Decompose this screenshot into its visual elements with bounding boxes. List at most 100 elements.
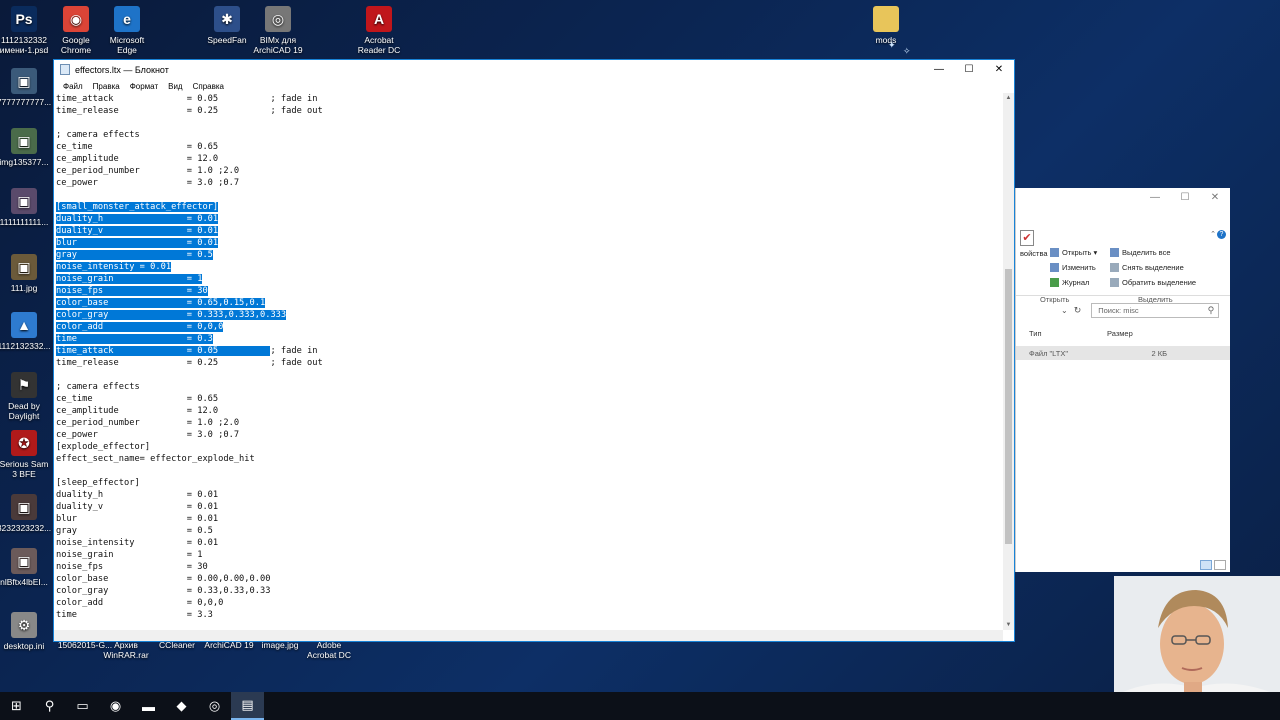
steam-icon[interactable]: ◎ (198, 692, 231, 720)
selected-text[interactable]: gray = 0.5 (56, 250, 213, 260)
text-line[interactable]: color_add = 0,0,0 (56, 321, 1003, 333)
maximize-button[interactable]: ☐ (1170, 188, 1200, 208)
text-line[interactable]: ce_power = 3.0 ;0.7 (56, 177, 1003, 189)
menu-edit[interactable]: Правка (93, 82, 120, 91)
menu-help[interactable]: Справка (193, 82, 224, 91)
vertical-scrollbar[interactable]: ▲ ▼ (1003, 93, 1014, 630)
text-line[interactable]: noise_grain = 1 (56, 273, 1003, 285)
desktop-shortcut[interactable]: mods (854, 6, 918, 45)
close-button[interactable]: ✕ (984, 60, 1014, 79)
refresh-icon[interactable]: ↻ (1074, 305, 1082, 316)
history-dropdown-icon[interactable]: ⌄ (1061, 306, 1068, 315)
column-type[interactable]: Тип (1029, 329, 1107, 338)
text-line[interactable]: ce_power = 3.0 ;0.7 (56, 429, 1003, 441)
windows-start-icon[interactable]: ⊞ (0, 692, 33, 720)
text-line[interactable]: color_gray = 0.333,0.333,0.333 (56, 309, 1003, 321)
file-explorer-icon[interactable]: ▬ (132, 692, 165, 720)
column-size[interactable]: Размер (1107, 329, 1133, 338)
text-line[interactable] (56, 465, 1003, 477)
menu-file[interactable]: Файл (63, 82, 83, 91)
desktop-shortcut[interactable]: ◎ BIMx для ArchiCAD 19 (246, 6, 310, 55)
text-line[interactable]: gray = 0.5 (56, 525, 1003, 537)
desktop-shortcut[interactable]: ▣ 1111111111... (0, 188, 56, 227)
text-line[interactable]: time_release = 0.25 ; fade out (56, 105, 1003, 117)
desktop-shortcut[interactable]: ⚑ Dead by Daylight (0, 372, 56, 421)
edit-button[interactable]: Изменить (1050, 263, 1096, 272)
text-line[interactable]: duality_h = 0.01 (56, 213, 1003, 225)
text-line[interactable]: effect_sect_name= effector_explode_hit (56, 453, 1003, 465)
menu-format[interactable]: Формат (130, 82, 158, 91)
tiles-view-icon[interactable] (1214, 560, 1226, 570)
text-line[interactable]: ; camera effects (56, 381, 1003, 393)
text-line[interactable]: gray = 0.5 (56, 249, 1003, 261)
minimize-button[interactable]: — (924, 60, 954, 79)
scroll-up-arrow-icon[interactable]: ▲ (1003, 93, 1014, 103)
text-line[interactable] (56, 117, 1003, 129)
text-line[interactable]: noise_grain = 1 (56, 549, 1003, 561)
desktop-shortcut[interactable]: ✪ Serious Sam 3 BFE (0, 430, 56, 479)
text-line[interactable]: color_gray = 0.33,0.33,0.33 (56, 585, 1003, 597)
vscode-icon[interactable]: ◆ (165, 692, 198, 720)
scroll-thumb[interactable] (1005, 269, 1012, 544)
text-line[interactable]: color_add = 0,0,0 (56, 597, 1003, 609)
history-button[interactable]: Журнал (1050, 278, 1089, 287)
desktop-shortcut[interactable]: ▣ nlBftx4lbEI... (0, 548, 56, 587)
maximize-button[interactable]: ☐ (954, 60, 984, 79)
text-line[interactable]: time = 0.3 (56, 333, 1003, 345)
open-button[interactable]: Открыть ▾ (1050, 248, 1097, 257)
selected-text[interactable]: noise_fps = 30 (56, 286, 208, 296)
desktop-shortcut[interactable]: ▣ 7777777777... (0, 68, 56, 107)
desktop-shortcut[interactable]: A Acrobat Reader DC (347, 6, 411, 55)
text-line[interactable]: color_base = 0.00,0.00,0.00 (56, 573, 1003, 585)
text-line[interactable]: ; camera effects (56, 129, 1003, 141)
text-line[interactable]: noise_fps = 30 (56, 285, 1003, 297)
text-line[interactable]: ce_period_number = 1.0 ;2.0 (56, 165, 1003, 177)
selected-text[interactable]: color_gray = 0.333,0.333,0.333 (56, 310, 287, 320)
selected-text[interactable]: color_base = 0.65,0.15,0.1 (56, 298, 266, 308)
text-line[interactable]: [small_monster_attack_effector] (56, 201, 1003, 213)
text-content[interactable]: time_attack = 0.05 ; fade in time_release… (54, 93, 1003, 621)
text-line[interactable]: time = 3.3 (56, 609, 1003, 621)
deselect-button[interactable]: Снять выделение (1110, 263, 1184, 272)
desktop-shortcut[interactable]: ▲ 1112132332... (0, 312, 56, 351)
details-view-icon[interactable] (1200, 560, 1212, 570)
text-line[interactable]: [sleep_effector] (56, 477, 1003, 489)
desktop-shortcut[interactable]: ▣ 111.jpg (0, 254, 56, 293)
text-line[interactable]: duality_h = 0.01 (56, 489, 1003, 501)
selected-text[interactable]: duality_h = 0.01 (56, 214, 219, 224)
text-line[interactable]: ce_time = 0.65 (56, 393, 1003, 405)
close-button[interactable]: ✕ (1200, 188, 1230, 208)
text-line[interactable]: time_attack = 0.05 ; fade in (56, 345, 1003, 357)
file-row[interactable]: Файл "LTX" 2 КБ (1016, 346, 1230, 360)
desktop-shortcut[interactable]: e Microsoft Edge (95, 6, 159, 55)
text-line[interactable]: ce_amplitude = 12.0 (56, 153, 1003, 165)
menu-view[interactable]: Вид (168, 82, 182, 91)
selected-text[interactable]: time_attack = 0.05 (56, 346, 271, 356)
text-line[interactable]: [explode_effector] (56, 441, 1003, 453)
text-line[interactable]: duality_v = 0.01 (56, 225, 1003, 237)
task-view-icon[interactable]: ▭ (66, 692, 99, 720)
text-line[interactable]: blur = 0.01 (56, 513, 1003, 525)
minimize-button[interactable]: — (1140, 188, 1170, 208)
search-input[interactable]: Поиск: misc ⚲ (1091, 303, 1220, 318)
text-line[interactable]: duality_v = 0.01 (56, 501, 1003, 513)
text-line[interactable] (56, 189, 1003, 201)
text-line[interactable]: time_release = 0.25 ; fade out (56, 357, 1003, 369)
desktop-shortcut[interactable]: ▣ img135377... (0, 128, 56, 167)
collapse-ribbon-icon[interactable]: ⌃ (1210, 230, 1216, 238)
properties-button[interactable]: ✔ войства (1020, 230, 1048, 258)
text-line[interactable]: ce_period_number = 1.0 ;2.0 (56, 417, 1003, 429)
text-editor-area[interactable]: time_attack = 0.05 ; fade in time_release… (54, 93, 1003, 630)
text-line[interactable]: noise_fps = 30 (56, 561, 1003, 573)
help-icon[interactable]: ? (1217, 230, 1226, 239)
selected-text[interactable]: noise_intensity = 0.01 (56, 262, 172, 272)
desktop-shortcut[interactable]: ⚙ desktop.ini (0, 612, 56, 651)
notepad-titlebar[interactable]: effectors.ltx — Блокнот — ☐ ✕ (54, 60, 1014, 79)
desktop-shortcut[interactable]: ▣ 3232323232... (0, 494, 56, 533)
text-line[interactable]: time_attack = 0.05 ; fade in (56, 93, 1003, 105)
invert-selection-button[interactable]: Обратить выделение (1110, 278, 1196, 287)
selected-text[interactable]: blur = 0.01 (56, 238, 219, 248)
selected-text[interactable]: duality_v = 0.01 (56, 226, 219, 236)
chrome-icon[interactable]: ◉ (99, 692, 132, 720)
search-icon[interactable]: ⚲ (33, 692, 66, 720)
